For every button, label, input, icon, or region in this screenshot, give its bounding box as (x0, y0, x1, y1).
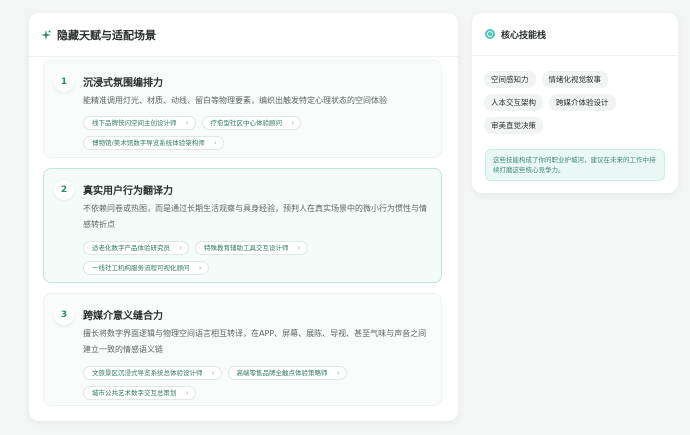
chevron-right-icon: › (211, 369, 215, 377)
chevron-right-icon: › (213, 139, 217, 147)
role-tag[interactable]: 疗愈型社区中心体验顾问 › (201, 116, 301, 130)
role-tag[interactable]: 博物馆/美术馆数字导览系统体验架构师 › (83, 136, 224, 150)
talent-item-1[interactable]: 1 沉浸式氛围编排力 能精准调用灯光、材质、动线、留白等物理要素，编织出触发特定… (43, 60, 442, 158)
skill-chip[interactable]: 情绪化视觉叙事 (541, 71, 608, 88)
talents-title: 隐藏天赋与适配场景 (57, 29, 156, 42)
talent-title: 真实用户行为翻译力 (83, 186, 173, 197)
talent-item-3[interactable]: 3 跨媒介意义缝合力 擅长将数字界面逻辑与物理空间语言相互转译，在APP、屏幕、… (43, 293, 442, 406)
skill-chip[interactable]: 审美直觉决策 (484, 117, 543, 134)
role-tag[interactable]: 高端零售品牌全触点体验策略师 › (227, 366, 347, 380)
role-tag[interactable]: 特殊教育辅助工具交互设计师 › (195, 241, 308, 255)
talent-title: 沉浸式氛围编排力 (83, 78, 163, 89)
skill-chip[interactable]: 人本交互架构 (484, 94, 543, 111)
chevron-right-icon: › (179, 244, 182, 252)
sparkle-icon (41, 30, 51, 40)
talents-header: 隐藏天赋与适配场景 (41, 25, 156, 45)
role-tag[interactable]: 适老化数字产品体验研究员 › (83, 241, 189, 255)
talents-panel: 隐藏天赋与适配场景 1 沉浸式氛围编排力 能精准调用灯光、材质、动线、留白等物理… (29, 13, 458, 421)
chevron-right-icon: › (185, 389, 189, 397)
skills-panel: 核心技能栈 空间感知力 情绪化视觉叙事 人本交互架构 跨媒介体验设计 审美直觉决… (472, 13, 678, 193)
talent-item-2[interactable]: 2 真实用户行为翻译力 不依赖问卷或热图，而是通过长期生活观察与具身经验，预判人… (43, 168, 442, 283)
divider (29, 56, 458, 57)
chevron-right-icon: › (198, 264, 202, 272)
role-tags: 线下品牌快闪空间主创设计师 › 疗愈型社区中心体验顾问 › 博物馆/美术馆数字导览系… (83, 116, 433, 150)
role-tag[interactable]: 文旅景区沉浸式导览系统总体验设计师 › (83, 366, 222, 380)
skills-note: 这些技能构成了你的职业护城河，建议在未来的工作中持续打磨这些核心竞争力。 (485, 149, 665, 181)
divider (472, 55, 678, 56)
role-tags: 适老化数字产品体验研究员 › 特殊教育辅助工具交互设计师 › 一线社工机构服务流程可… (83, 241, 433, 275)
chevron-right-icon: › (336, 369, 340, 377)
skill-chips: 空间感知力 情绪化视觉叙事 人本交互架构 跨媒介体验设计 审美直觉决策 (484, 71, 669, 134)
number-badge: 3 (54, 305, 74, 325)
skill-chip[interactable]: 空间感知力 (484, 71, 536, 88)
talent-description: 能精准调用灯光、材质、动线、留白等物理要素，编织出触发特定心理状态的空间体验 (83, 96, 387, 105)
number-badge: 2 (54, 180, 74, 200)
skill-chip[interactable]: 跨媒介体验设计 (549, 94, 616, 111)
skills-title: 核心技能栈 (501, 30, 547, 41)
skills-header: 核心技能栈 (485, 25, 546, 43)
role-tag[interactable]: 城市公共艺术数字交互总策划 › (83, 386, 196, 400)
talent-title: 跨媒介意义缝合力 (83, 311, 163, 322)
chevron-right-icon: › (185, 119, 189, 127)
talent-description: 擅长将数字界面逻辑与物理空间语言相互转译，在APP、屏幕、展陈、导视、甚至气味与… (83, 329, 427, 354)
role-tags: 文旅景区沉浸式导览系统总体验设计师 › 高端零售品牌全触点体验策略师 › 城市公共艺… (83, 366, 433, 400)
talent-description: 不依赖问卷或热图，而是通过长期生活观察与具身经验，预判人在真实场景中的微小行为惯… (83, 204, 427, 229)
role-tag[interactable]: 线下品牌快闪空间主创设计师 › (83, 116, 196, 130)
target-icon (485, 29, 495, 39)
number-badge: 1 (54, 72, 74, 92)
chevron-right-icon: › (297, 244, 301, 252)
role-tag[interactable]: 一线社工机构服务流程可视化顾问 › (83, 261, 209, 275)
chevron-right-icon: › (291, 119, 294, 127)
